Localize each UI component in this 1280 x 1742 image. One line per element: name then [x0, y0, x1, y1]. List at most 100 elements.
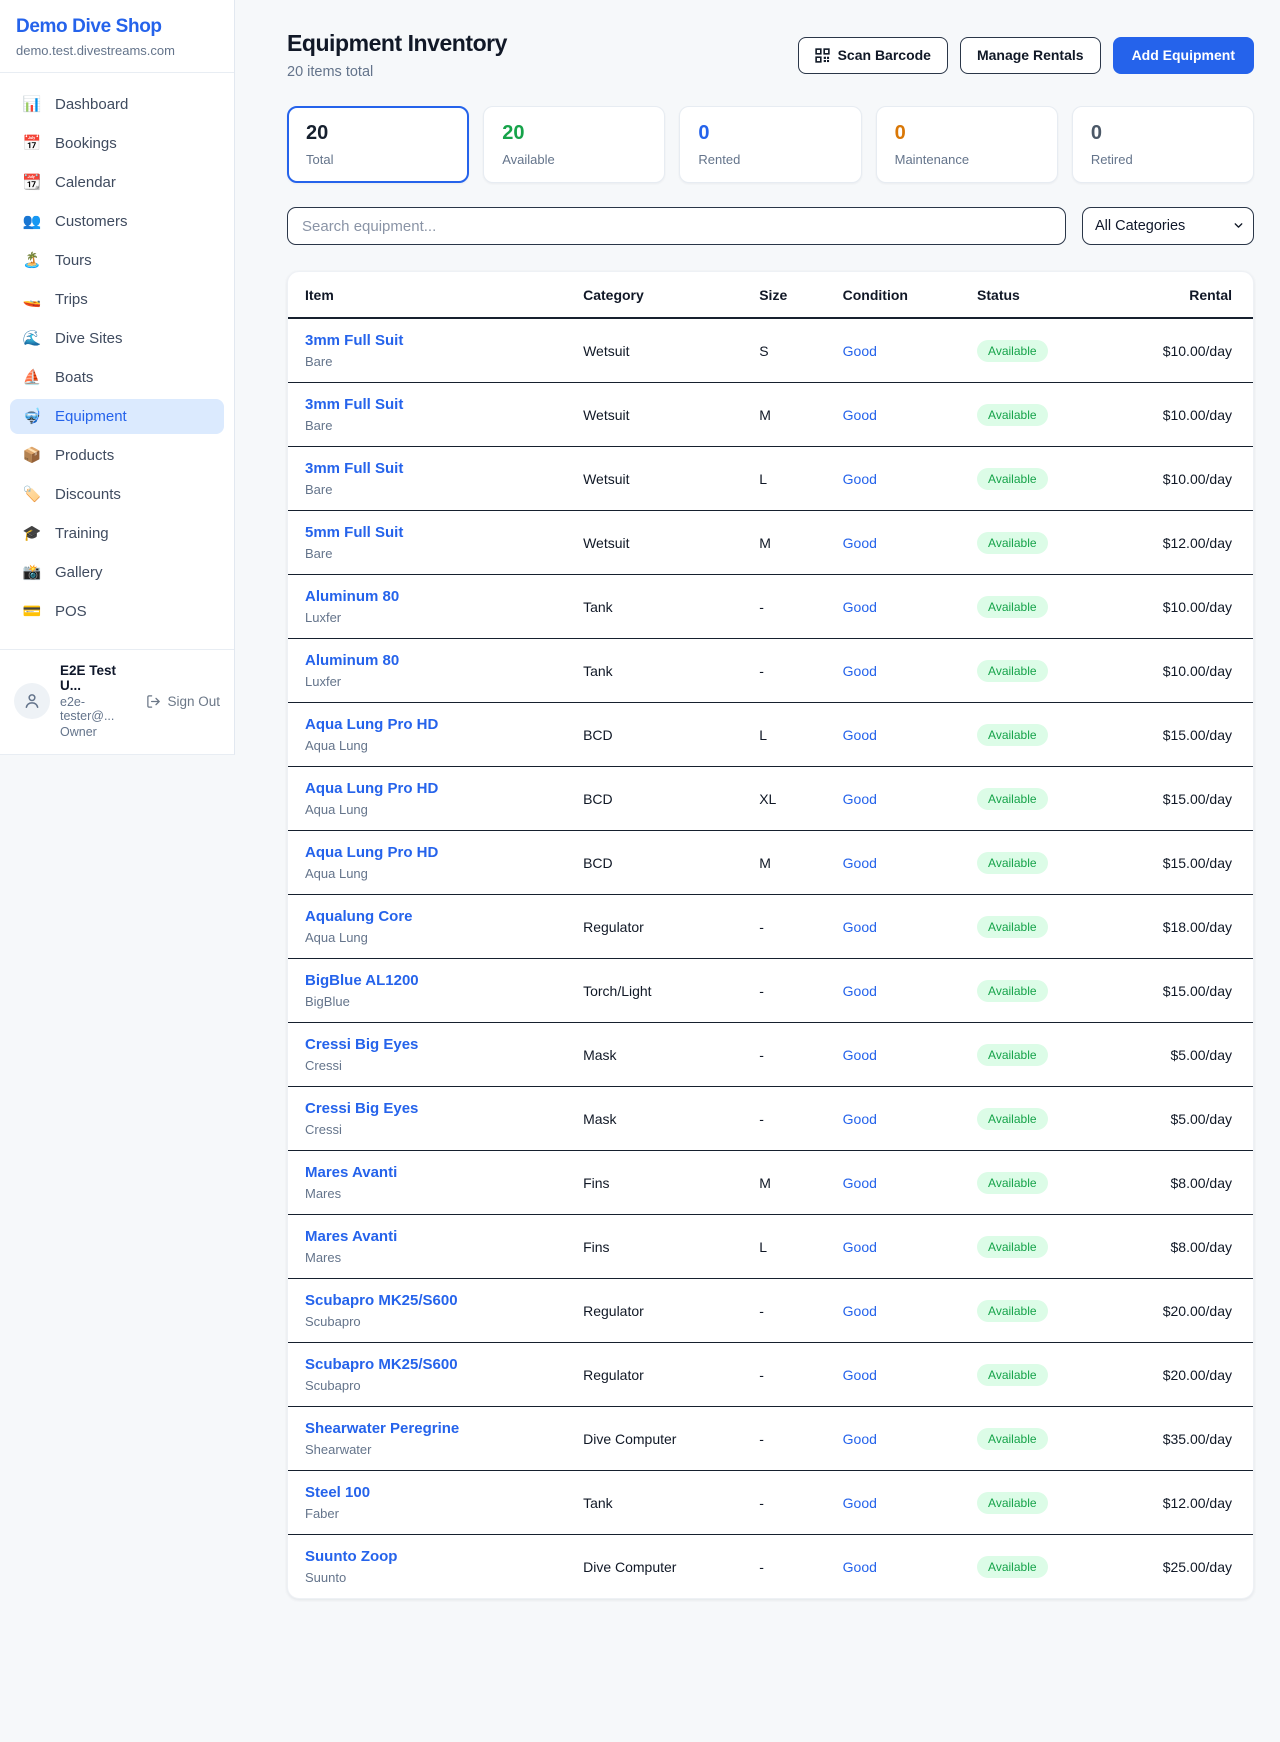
stat-card-maintenance[interactable]: 0 Maintenance [876, 106, 1058, 183]
item-condition[interactable]: Good [843, 1367, 977, 1383]
brand-name[interactable]: Demo Dive Shop [16, 16, 218, 38]
sidebar-item-tours[interactable]: 🏝️ Tours [10, 243, 224, 278]
item-condition[interactable]: Good [843, 343, 977, 359]
stat-card-rented[interactable]: 0 Rented [679, 106, 861, 183]
item-size: - [759, 1559, 842, 1575]
table-row: Scubapro MK25/S600 Scubapro Regulator - … [288, 1343, 1253, 1407]
item-size: - [759, 1431, 842, 1447]
add-equipment-button[interactable]: Add Equipment [1113, 37, 1254, 74]
item-name-link[interactable]: Cressi Big Eyes [305, 1100, 418, 1117]
sidebar-item-calendar[interactable]: 📆 Calendar [10, 165, 224, 200]
sidebar-item-boats[interactable]: ⛵ Boats [10, 360, 224, 395]
item-name-link[interactable]: BigBlue AL1200 [305, 972, 419, 989]
status-badge: Available [977, 1364, 1047, 1386]
item-size: S [759, 343, 842, 359]
sidebar-item-discounts[interactable]: 🏷️ Discounts [10, 477, 224, 512]
stat-card-retired[interactable]: 0 Retired [1072, 106, 1254, 183]
item-condition[interactable]: Good [843, 1111, 977, 1127]
item-condition[interactable]: Good [843, 407, 977, 423]
item-name-link[interactable]: Scubapro MK25/S600 [305, 1292, 458, 1309]
col-header-item: Item [305, 287, 583, 303]
sidebar-item-gallery[interactable]: 📸 Gallery [10, 555, 224, 590]
item-name-link[interactable]: Aluminum 80 [305, 652, 399, 669]
item-category: Tank [583, 1495, 759, 1511]
item-name-link[interactable]: Steel 100 [305, 1484, 370, 1501]
table-row: Steel 100 Faber Tank - Good Available $1… [288, 1471, 1253, 1535]
people-icon: 👥 [22, 214, 42, 229]
item-category: Tank [583, 599, 759, 615]
item-condition[interactable]: Good [843, 1175, 977, 1191]
status-badge: Available [977, 532, 1047, 554]
item-name-link[interactable]: Mares Avanti [305, 1164, 397, 1181]
item-condition[interactable]: Good [843, 1559, 977, 1575]
sidebar-item-customers[interactable]: 👥 Customers [10, 204, 224, 239]
item-condition[interactable]: Good [843, 983, 977, 999]
stat-card-total[interactable]: 20 Total [287, 106, 469, 183]
item-name-link[interactable]: 5mm Full Suit [305, 524, 403, 541]
item-category: Wetsuit [583, 471, 759, 487]
sign-out-button[interactable]: Sign Out [146, 694, 220, 709]
item-size: M [759, 1175, 842, 1191]
item-condition[interactable]: Good [843, 919, 977, 935]
sidebar: Demo Dive Shop demo.test.divestreams.com… [0, 0, 235, 755]
stat-card-available[interactable]: 20 Available [483, 106, 665, 183]
item-condition[interactable]: Good [843, 471, 977, 487]
item-category: Mask [583, 1111, 759, 1127]
table-row: Cressi Big Eyes Cressi Mask - Good Avail… [288, 1087, 1253, 1151]
sidebar-item-bookings[interactable]: 📅 Bookings [10, 126, 224, 161]
filter-bar: All Categories [287, 207, 1254, 245]
sailboat-icon: ⛵ [22, 370, 42, 385]
category-select-wrap: All Categories [1082, 207, 1254, 245]
item-name-link[interactable]: Cressi Big Eyes [305, 1036, 418, 1053]
item-name-link[interactable]: 3mm Full Suit [305, 332, 403, 349]
item-name-link[interactable]: Aqua Lung Pro HD [305, 844, 438, 861]
item-brand: Bare [305, 482, 583, 497]
item-condition[interactable]: Good [843, 1239, 977, 1255]
sidebar-item-training[interactable]: 🎓 Training [10, 516, 224, 551]
item-name-link[interactable]: Aqua Lung Pro HD [305, 780, 438, 797]
item-category: BCD [583, 791, 759, 807]
col-header-status: Status [977, 287, 1111, 303]
item-condition[interactable]: Good [843, 855, 977, 871]
status-badge: Available [977, 1428, 1047, 1450]
item-condition[interactable]: Good [843, 1047, 977, 1063]
item-condition[interactable]: Good [843, 1303, 977, 1319]
sidebar-item-equipment[interactable]: 🤿 Equipment [10, 399, 224, 434]
search-input[interactable] [287, 207, 1066, 245]
sign-out-label: Sign Out [167, 694, 220, 709]
item-rental: $15.00/day [1111, 727, 1232, 743]
item-name-link[interactable]: Shearwater Peregrine [305, 1420, 459, 1437]
item-rental: $10.00/day [1111, 407, 1232, 423]
item-category: Torch/Light [583, 983, 759, 999]
sidebar-item-products[interactable]: 📦 Products [10, 438, 224, 473]
item-condition[interactable]: Good [843, 663, 977, 679]
item-name-link[interactable]: Suunto Zoop [305, 1548, 397, 1565]
item-condition[interactable]: Good [843, 1495, 977, 1511]
item-category: Tank [583, 663, 759, 679]
sidebar-item-dashboard[interactable]: 📊 Dashboard [10, 87, 224, 122]
item-category: Wetsuit [583, 343, 759, 359]
item-name-link[interactable]: Mares Avanti [305, 1228, 397, 1245]
item-condition[interactable]: Good [843, 599, 977, 615]
item-name-link[interactable]: 3mm Full Suit [305, 460, 403, 477]
item-brand: Bare [305, 546, 583, 561]
item-size: - [759, 663, 842, 679]
item-name-link[interactable]: Aqua Lung Pro HD [305, 716, 438, 733]
item-rental: $10.00/day [1111, 663, 1232, 679]
item-name-link[interactable]: Aluminum 80 [305, 588, 399, 605]
item-condition[interactable]: Good [843, 791, 977, 807]
item-condition[interactable]: Good [843, 727, 977, 743]
sidebar-item-dive-sites[interactable]: 🌊 Dive Sites [10, 321, 224, 356]
table-row: Aqua Lung Pro HD Aqua Lung BCD L Good Av… [288, 703, 1253, 767]
category-select[interactable]: All Categories [1082, 207, 1254, 245]
manage-rentals-button[interactable]: Manage Rentals [960, 37, 1101, 74]
item-name-link[interactable]: Scubapro MK25/S600 [305, 1356, 458, 1373]
sidebar-item-pos[interactable]: 💳 POS [10, 594, 224, 629]
item-name-link[interactable]: Aqualung Core [305, 908, 413, 925]
brand-block: Demo Dive Shop demo.test.divestreams.com [0, 0, 234, 73]
item-condition[interactable]: Good [843, 1431, 977, 1447]
item-name-link[interactable]: 3mm Full Suit [305, 396, 403, 413]
item-condition[interactable]: Good [843, 535, 977, 551]
sidebar-item-trips[interactable]: 🚤 Trips [10, 282, 224, 317]
scan-barcode-button[interactable]: Scan Barcode [798, 37, 948, 74]
